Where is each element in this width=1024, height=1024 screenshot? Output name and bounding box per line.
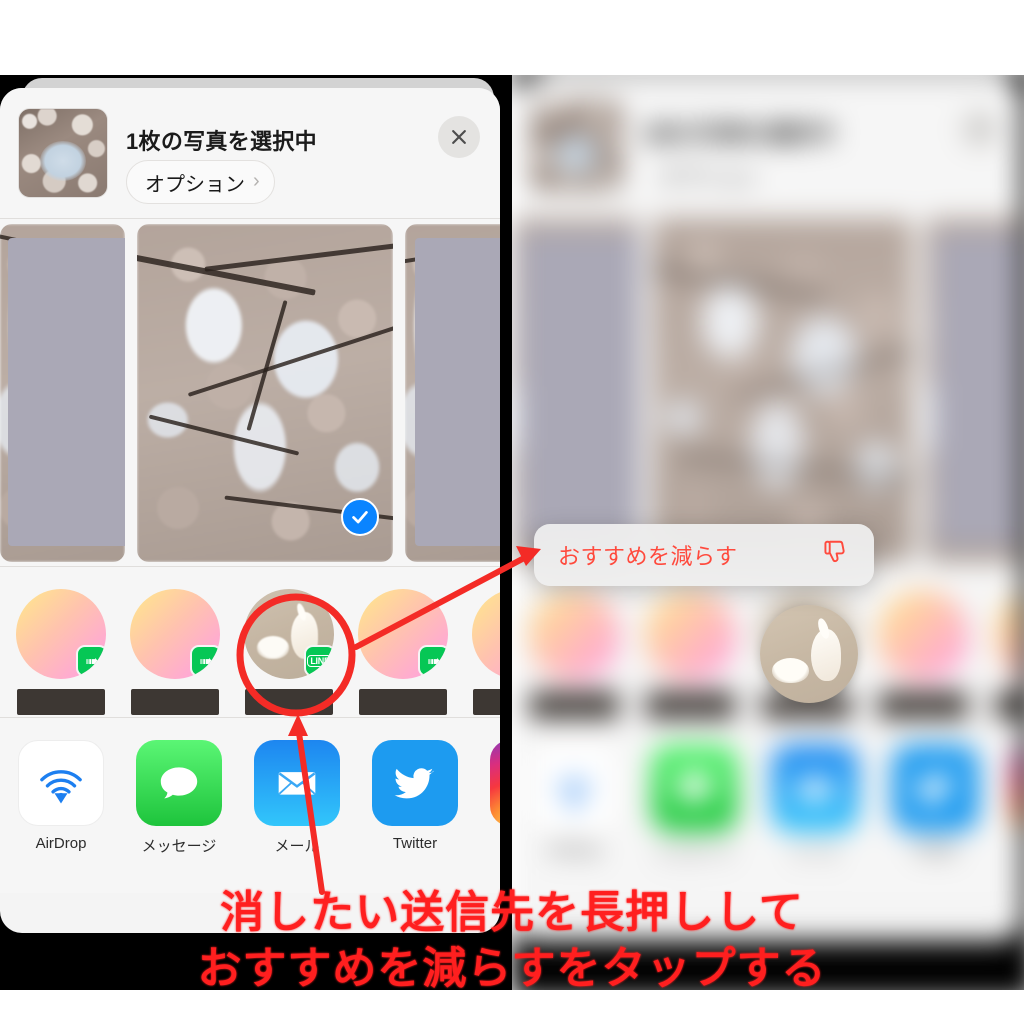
contact-name-redacted: [17, 689, 105, 715]
twitter-icon: [394, 768, 434, 799]
line-app-badge: ➠: [190, 645, 220, 677]
share-sheet: 1枚の写真を選択中 オプション › ➠ ➠ LINE ➠ AirDrop メッセ…: [0, 88, 500, 933]
selected-photo-thumbnail: [18, 108, 108, 198]
line-app-badge: LINE: [304, 645, 334, 677]
share-apps-row: AirDrop メッセージ メール Twitter: [0, 718, 500, 893]
forward-icon: ➠: [85, 651, 100, 671]
focused-contact-avatar[interactable]: [760, 605, 858, 703]
contact-name-redacted: [245, 689, 333, 715]
share-app-messages[interactable]: メッセージ: [136, 740, 222, 856]
avatar: ➠: [358, 589, 448, 679]
contact-name-redacted: [359, 689, 447, 715]
contact-item[interactable]: ➠: [130, 589, 220, 715]
photo-thumbnail[interactable]: [405, 223, 500, 562]
app-label: Twitter: [392, 835, 438, 852]
check-icon: [352, 510, 368, 523]
context-menu-suggest-less[interactable]: おすすめを減らす: [534, 524, 874, 586]
close-icon: [452, 130, 466, 144]
contact-name-redacted: [131, 689, 219, 715]
app-label: メッセージ: [141, 838, 217, 855]
instruction-line-1: 消したい送信先を長押しして: [220, 888, 804, 937]
share-app-airdrop[interactable]: AirDrop: [18, 740, 104, 852]
avatar: ➠: [472, 589, 500, 679]
share-app-instagram[interactable]: Instagram: [490, 740, 500, 852]
forward-icon: ➠: [427, 651, 442, 671]
app-label: メール: [274, 838, 320, 855]
airdrop-icon: [40, 770, 82, 804]
line-app-badge: ➠: [418, 645, 448, 677]
options-button-label: オプション: [145, 173, 245, 196]
redaction-box: [415, 237, 500, 546]
app-label: AirDrop: [35, 835, 87, 852]
contact-name-redacted: [473, 689, 500, 715]
avatar: ➠: [16, 589, 106, 679]
chevron-right-icon: ›: [253, 170, 260, 192]
forward-icon: ➠: [199, 651, 214, 671]
redaction-box: [8, 237, 125, 546]
contact-item[interactable]: ➠: [16, 589, 106, 715]
share-app-twitter[interactable]: Twitter: [372, 740, 458, 852]
options-button[interactable]: オプション ›: [126, 160, 275, 204]
share-app-mail[interactable]: メール: [254, 740, 340, 856]
screenshot-stage: 1枚の写真を選択中 オプション › AirDrop メッセージ メール Twit…: [0, 0, 1024, 1024]
context-menu-label: おすすめを減らす: [558, 544, 738, 569]
selection-checkmark[interactable]: [341, 497, 379, 536]
app-label: Instagram: [490, 835, 501, 852]
contact-item[interactable]: ➠: [358, 589, 448, 715]
page-title: 1枚の写真を選択中: [126, 129, 317, 154]
instruction-line-2: おすすめを減らすをタップする: [197, 944, 827, 993]
photo-thumbnail[interactable]: [0, 223, 125, 562]
suggested-contacts-row: ➠ ➠ LINE ➠: [0, 567, 500, 717]
share-sheet-header: 1枚の写真を選択中 オプション ›: [0, 88, 500, 218]
mail-icon: [278, 772, 316, 795]
line-badge-label: LINE: [307, 655, 333, 667]
close-button[interactable]: [438, 116, 480, 158]
avatar: LINE: [244, 589, 334, 679]
thumbs-down-icon: [822, 538, 852, 573]
contact-item[interactable]: ➠: [472, 589, 500, 715]
photo-thumbnail-selected[interactable]: [137, 223, 393, 562]
avatar: ➠: [130, 589, 220, 679]
line-app-badge: ➠: [76, 645, 106, 677]
contact-item-highlighted[interactable]: LINE: [244, 589, 334, 715]
photo-strip: [0, 219, 500, 566]
messages-icon: [160, 767, 198, 799]
